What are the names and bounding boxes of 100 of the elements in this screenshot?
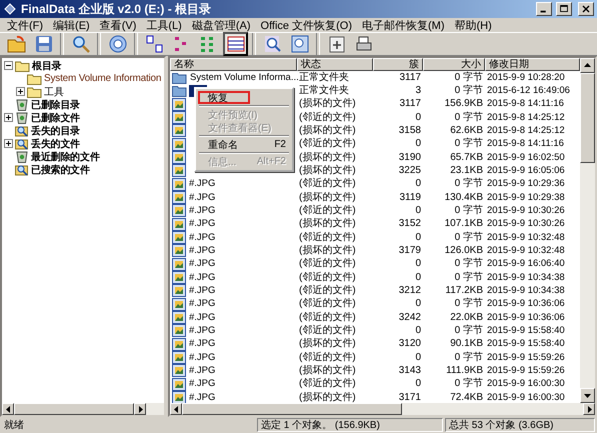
menu-item[interactable]: 工具(L) xyxy=(141,18,187,32)
cluster-cell-text: 0 xyxy=(414,112,422,124)
date-cell-text: 2015-9-8 14:25:12 xyxy=(486,124,566,137)
open-icon xyxy=(6,34,26,54)
file-name[interactable]: #.JPG xyxy=(188,178,216,190)
cluster-cell-text: 3225 xyxy=(398,164,422,177)
cluster-cell-text: 3117 xyxy=(398,72,422,84)
file-name[interactable]: #.JPG xyxy=(188,258,216,270)
status-text: 总共 53 个对象 (3.6GB) xyxy=(445,418,595,432)
status-cell-text: (邻近的文件) xyxy=(298,378,357,390)
file-name[interactable]: #.JPG xyxy=(188,204,216,217)
expand-toggle[interactable] xyxy=(4,113,13,122)
tree-item[interactable]: 已搜索的文件 xyxy=(31,162,90,176)
column-header[interactable]: 状态 xyxy=(297,58,373,71)
tree-item[interactable]: 已删除文件 xyxy=(31,110,80,124)
tree-item[interactable]: 工具 xyxy=(44,84,64,98)
cluster-cell-text: 0 xyxy=(414,138,422,150)
file-name[interactable]: #.JPG xyxy=(188,272,216,284)
file-name[interactable]: #.JPG xyxy=(188,192,216,204)
collapse-toggle[interactable] xyxy=(4,61,13,70)
date-cell-text: 2015-9-9 16:06:40 xyxy=(486,258,566,270)
status-cell-text: (邻近的文件) xyxy=(298,138,357,150)
file-name[interactable]: #.JPG xyxy=(188,352,216,364)
tree-item[interactable]: 已删除目录 xyxy=(31,98,80,112)
file-name[interactable]: #.JPG xyxy=(188,218,216,230)
menu-item[interactable]: 帮助(H) xyxy=(450,18,497,32)
date-cell-text: 2015-9-9 10:30:26 xyxy=(486,218,566,230)
column-header[interactable]: 大小 xyxy=(423,58,485,71)
file-name[interactable]: #.JPG xyxy=(188,378,216,390)
file-name[interactable]: #.JPG xyxy=(188,244,216,257)
image-file-icon xyxy=(172,138,186,151)
file-name[interactable]: #.JPG xyxy=(188,232,216,244)
menu-item[interactable]: 文件(F) xyxy=(2,18,48,32)
folder-search-icon xyxy=(15,124,29,137)
tree-item[interactable]: 丢失的目录 xyxy=(31,124,80,138)
large-icons-icon xyxy=(144,34,164,54)
status-cell-text: (邻近的文件) xyxy=(298,298,357,310)
expand-toggle[interactable] xyxy=(4,139,13,148)
menu-item[interactable]: 重命名 F2 xyxy=(198,138,290,151)
status-cell-text: (邻近的文件) xyxy=(298,352,357,364)
date-cell-text: 2015-9-9 15:58:40 xyxy=(486,338,566,350)
cluster-cell-text: 0 xyxy=(414,178,422,190)
cluster-cell-text: 0 xyxy=(414,258,422,270)
down-arrow-icon xyxy=(584,392,591,399)
tree-item[interactable]: System Volume Information xyxy=(44,73,162,84)
column-header[interactable]: 修改日期 xyxy=(485,58,580,71)
tree-item[interactable]: 丢失的文件 xyxy=(31,136,80,150)
image-file-icon xyxy=(172,151,186,164)
tree-item[interactable]: 根目录 xyxy=(32,58,62,72)
column-header[interactable]: 簇 xyxy=(373,58,423,71)
status-cell-text: (邻近的文件) xyxy=(298,112,357,124)
file-name[interactable]: #.JPG xyxy=(188,284,216,297)
status-text: 选定 1 个对象。 (156.9KB) xyxy=(257,418,443,432)
date-cell-text: 2015-9-9 16:00:30 xyxy=(486,392,566,403)
cluster-cell-text: 0 xyxy=(414,352,422,364)
file-name[interactable]: #.JPG xyxy=(188,364,216,377)
menu-item[interactable]: Office 文件恢复(O) xyxy=(256,18,357,32)
cluster-cell-text: 0 xyxy=(414,204,422,217)
column-header[interactable]: 名称 xyxy=(170,58,297,71)
file-name[interactable]: #.JPG xyxy=(188,338,216,350)
scrollbar[interactable] xyxy=(580,58,595,403)
menu-item[interactable]: 电子邮件恢复(M) xyxy=(357,18,450,32)
cluster-cell-text: 3143 xyxy=(398,364,422,377)
status-cell-text: (损坏的文件) xyxy=(298,164,357,177)
size-cell-text: 0 字节 xyxy=(454,138,484,150)
file-name[interactable]: #.JPG xyxy=(188,324,216,337)
minimize-button[interactable] xyxy=(536,2,552,16)
close-button[interactable] xyxy=(578,2,594,16)
menu-item[interactable]: 磁盘管理(A) xyxy=(186,18,256,32)
image-file-icon xyxy=(172,98,186,111)
file-name[interactable]: #.JPG xyxy=(188,392,216,403)
file-name[interactable]: #.JPG xyxy=(188,312,216,324)
menu-item[interactable]: 编辑(E) xyxy=(48,18,95,32)
find-icon xyxy=(262,34,282,54)
size-cell-text: 0 字节 xyxy=(454,84,484,97)
date-cell-text: 2015-9-9 10:30:26 xyxy=(486,204,566,217)
file-name[interactable]: #.JPG xyxy=(188,298,216,310)
file-name[interactable]: System Volume Informa... xyxy=(189,72,300,84)
right-arrow-icon xyxy=(586,406,592,412)
details-view-button[interactable] xyxy=(223,32,248,56)
size-cell-text: 107.1KB xyxy=(444,218,484,230)
status-cell-text: (损坏的文件) xyxy=(298,192,357,204)
menu-item[interactable]: 恢复 xyxy=(198,91,250,104)
status-cell-text: (邻近的文件) xyxy=(298,272,357,284)
image-file-icon xyxy=(172,364,186,378)
image-file-icon xyxy=(172,311,186,324)
scrollbar[interactable] xyxy=(170,403,595,415)
menu-item[interactable]: 查看(V) xyxy=(94,18,142,32)
status-cell-text: (邻近的文件) xyxy=(298,178,357,190)
expand-toggle[interactable] xyxy=(16,87,25,96)
scrollbar[interactable] xyxy=(2,403,164,415)
folder-icon xyxy=(15,60,30,72)
status-cell-text: (邻近的文件) xyxy=(298,232,357,244)
maximize-button[interactable] xyxy=(556,2,572,16)
image-file-icon xyxy=(172,244,186,258)
cluster-cell-text: 3120 xyxy=(398,338,422,350)
size-cell-text: 0 字节 xyxy=(454,298,484,310)
tree-item[interactable]: 最近删除的文件 xyxy=(31,150,100,164)
cluster-cell-text: 0 xyxy=(414,298,422,310)
date-cell-text: 2015-9-8 14:11:16 xyxy=(486,138,565,150)
